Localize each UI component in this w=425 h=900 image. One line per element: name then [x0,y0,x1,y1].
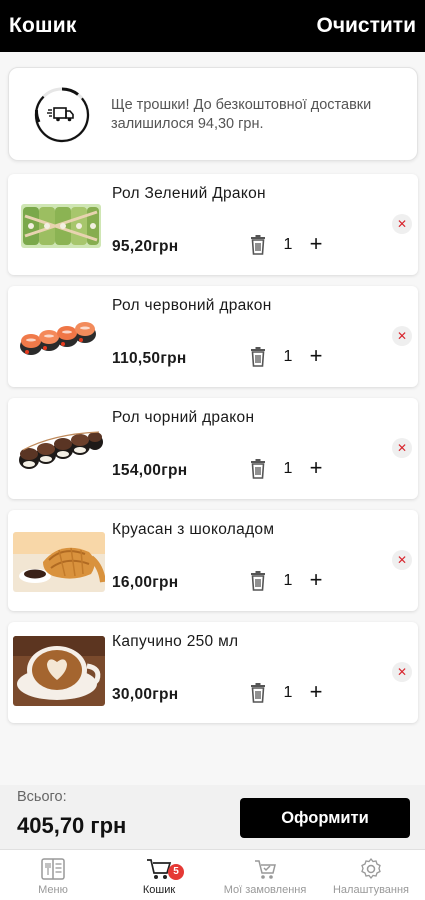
remove-item-button[interactable]: ✕ [392,550,412,570]
delivery-truck-icon [34,87,90,143]
item-name: Капучино 250 мл [112,633,239,650]
nav-label: Кошик [142,884,176,896]
cart-item: Рол червоний дракон 110,50грн 1 + ✕ [8,286,418,387]
red-dragon-roll-image [13,308,105,368]
nav-item-menu[interactable]: Меню [0,850,106,900]
increase-quantity-button[interactable]: + [307,457,325,479]
cappuccino-image [13,636,105,706]
total-bar: Всього: 405,70 грн Оформити [0,785,425,849]
orders-icon [255,860,276,879]
cart-item: Капучино 250 мл 30,00грн 1 + ✕ [8,622,418,723]
nav-label: Налаштування [332,884,410,896]
quantity-value: 1 [283,460,293,477]
nav-label: Мої замовлення [223,884,307,896]
page-title: Кошик [9,14,77,37]
item-price: 16,00грн [112,574,179,591]
item-price: 110,50грн [112,350,187,367]
cart-item: Круасан з шоколадом 16,00грн 1 + ✕ [8,510,418,611]
quantity-value: 1 [283,572,293,589]
remove-item-button[interactable]: ✕ [392,438,412,458]
free-delivery-message: Ще трошки! До безкоштовної доставки зали… [111,97,372,132]
remove-item-button[interactable]: ✕ [392,326,412,346]
green-dragon-roll-image [13,196,105,256]
free-delivery-card: Ще трошки! До безкоштовної доставки зали… [8,67,418,161]
increase-quantity-button[interactable]: + [307,681,325,703]
settings-icon [361,857,381,880]
increase-quantity-button[interactable]: + [307,233,325,255]
item-price: 30,00грн [112,686,179,703]
trash-icon[interactable] [249,347,267,367]
nav-label: Меню [38,884,68,896]
nav-item-cart[interactable]: 5 Кошик [106,850,212,900]
trash-icon[interactable] [249,459,267,479]
quantity-value: 1 [283,236,293,253]
trash-icon[interactable] [249,683,267,703]
cart-count-badge: 5 [168,864,184,880]
quantity-value: 1 [283,348,293,365]
trash-icon[interactable] [249,571,267,591]
item-price: 95,20грн [112,238,179,255]
nav-item-settings[interactable]: Налаштування [318,850,424,900]
total-label: Всього: [17,789,67,805]
chocolate-croissant-image [13,532,105,592]
clear-cart-button[interactable]: Очистити [316,14,416,38]
checkout-button[interactable]: Оформити [240,798,410,838]
increase-quantity-button[interactable]: + [307,569,325,591]
header: Кошик Очистити [0,0,425,52]
item-name: Рол чорний дракон [112,409,255,426]
quantity-value: 1 [283,684,293,701]
remove-item-button[interactable]: ✕ [392,662,412,682]
item-name: Круасан з шоколадом [112,521,275,538]
bottom-navigation: Меню 5 Кошик Мої замовлення Налаштування [0,849,425,900]
increase-quantity-button[interactable]: + [307,345,325,367]
menu-icon [41,858,65,880]
item-name: Рол червоний дракон [112,297,272,314]
cart-item: Рол чорний дракон 154,00грн 1 + ✕ [8,398,418,499]
trash-icon[interactable] [249,235,267,255]
remove-item-button[interactable]: ✕ [392,214,412,234]
black-dragon-roll-image [13,420,105,480]
total-value: 405,70 грн [17,813,127,838]
nav-item-orders[interactable]: Мої замовлення [212,850,318,900]
cart-item: Рол Зелений Дракон 95,20грн 1 + ✕ [8,174,418,275]
item-name: Рол Зелений Дракон [112,185,266,202]
item-price: 154,00грн [112,462,188,479]
